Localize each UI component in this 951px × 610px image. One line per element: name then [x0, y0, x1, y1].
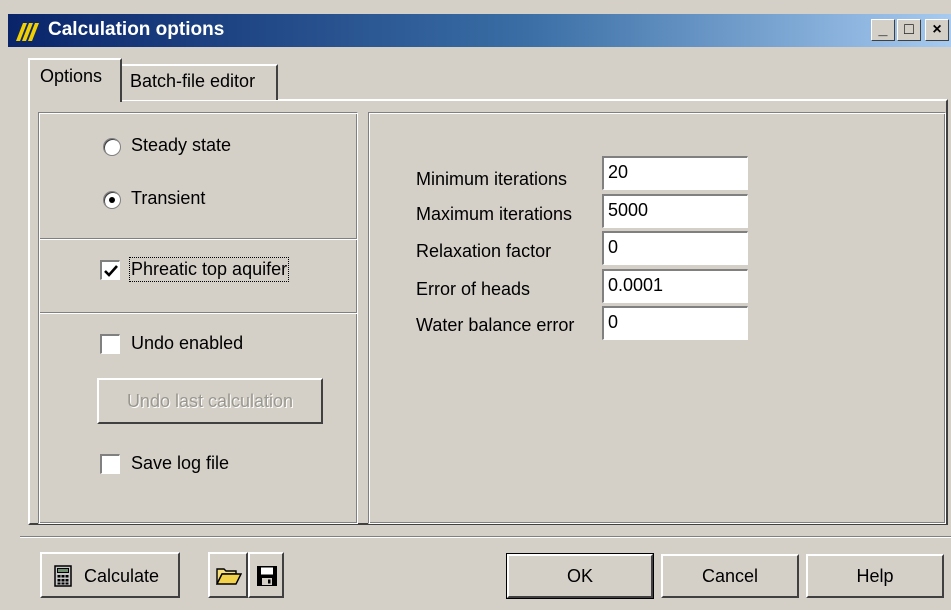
help-button[interactable]: Help	[806, 554, 944, 598]
transient-radio[interactable]	[103, 191, 121, 209]
tab-options-label: Options	[40, 66, 103, 86]
open-file-button[interactable]	[208, 552, 248, 598]
maximum-iterations-label: Maximum iterations	[416, 204, 573, 224]
save-file-button[interactable]	[248, 552, 284, 598]
tab-batch-file-editor-label: Batch-file editor	[130, 71, 256, 91]
tab-batch-file-editor[interactable]: Batch-file editor	[120, 64, 278, 100]
undo-last-calculation-button[interactable]: Undo last calculation	[97, 378, 323, 424]
calculate-button[interactable]: Calculate	[40, 552, 180, 598]
tab-options[interactable]: Options	[28, 58, 122, 102]
maximum-iterations-field[interactable]: 5000	[602, 194, 748, 228]
open-folder-icon	[215, 566, 243, 591]
water-balance-error-field[interactable]: 0	[602, 306, 748, 340]
close-button[interactable]: ×	[925, 19, 949, 41]
phreatic-top-aquifer-label[interactable]: Phreatic top aquifer	[128, 257, 290, 282]
window-title: Calculation options	[48, 19, 225, 40]
save-log-file-checkbox[interactable]	[100, 454, 120, 474]
minimize-button[interactable]: _	[871, 19, 895, 41]
undo-last-calculation-label: Undo last calculation	[126, 391, 294, 411]
cancel-button[interactable]: Cancel	[661, 554, 799, 598]
app-icon	[14, 19, 40, 43]
checkmark-icon	[104, 265, 118, 277]
water-balance-error-label: Water balance error	[416, 315, 575, 335]
calculate-label: Calculate	[84, 566, 160, 586]
relaxation-factor-field[interactable]: 0	[602, 231, 748, 265]
maximize-button[interactable]: □	[897, 19, 921, 41]
save-disk-icon	[256, 565, 278, 592]
group-divider-2	[40, 312, 357, 314]
error-of-heads-label: Error of heads	[416, 279, 531, 299]
steady-state-radio[interactable]	[103, 138, 121, 156]
minimum-iterations-label: Minimum iterations	[416, 169, 568, 189]
minimum-iterations-field[interactable]: 20	[602, 156, 748, 190]
calculator-icon	[54, 565, 72, 592]
group-divider-1	[40, 238, 357, 240]
calculation-options-window: Calculation options _ □ × Options Batch-…	[0, 0, 951, 610]
footer-separator	[20, 536, 951, 538]
undo-enabled-label[interactable]: Undo enabled	[131, 333, 243, 354]
phreatic-top-aquifer-checkbox[interactable]	[100, 260, 120, 280]
transient-label[interactable]: Transient	[131, 188, 205, 209]
ok-button[interactable]: OK	[506, 553, 654, 599]
title-bar[interactable]: Calculation options _ □ ×	[8, 14, 951, 47]
cancel-label: Cancel	[701, 566, 759, 586]
relaxation-factor-label: Relaxation factor	[416, 241, 552, 261]
help-label: Help	[856, 566, 894, 586]
radio-selected-dot	[109, 197, 115, 203]
ok-label: OK	[566, 566, 593, 586]
error-of-heads-field[interactable]: 0.0001	[602, 269, 748, 303]
steady-state-label[interactable]: Steady state	[131, 135, 231, 156]
undo-enabled-checkbox[interactable]	[100, 334, 120, 354]
save-log-file-label[interactable]: Save log file	[131, 453, 229, 474]
